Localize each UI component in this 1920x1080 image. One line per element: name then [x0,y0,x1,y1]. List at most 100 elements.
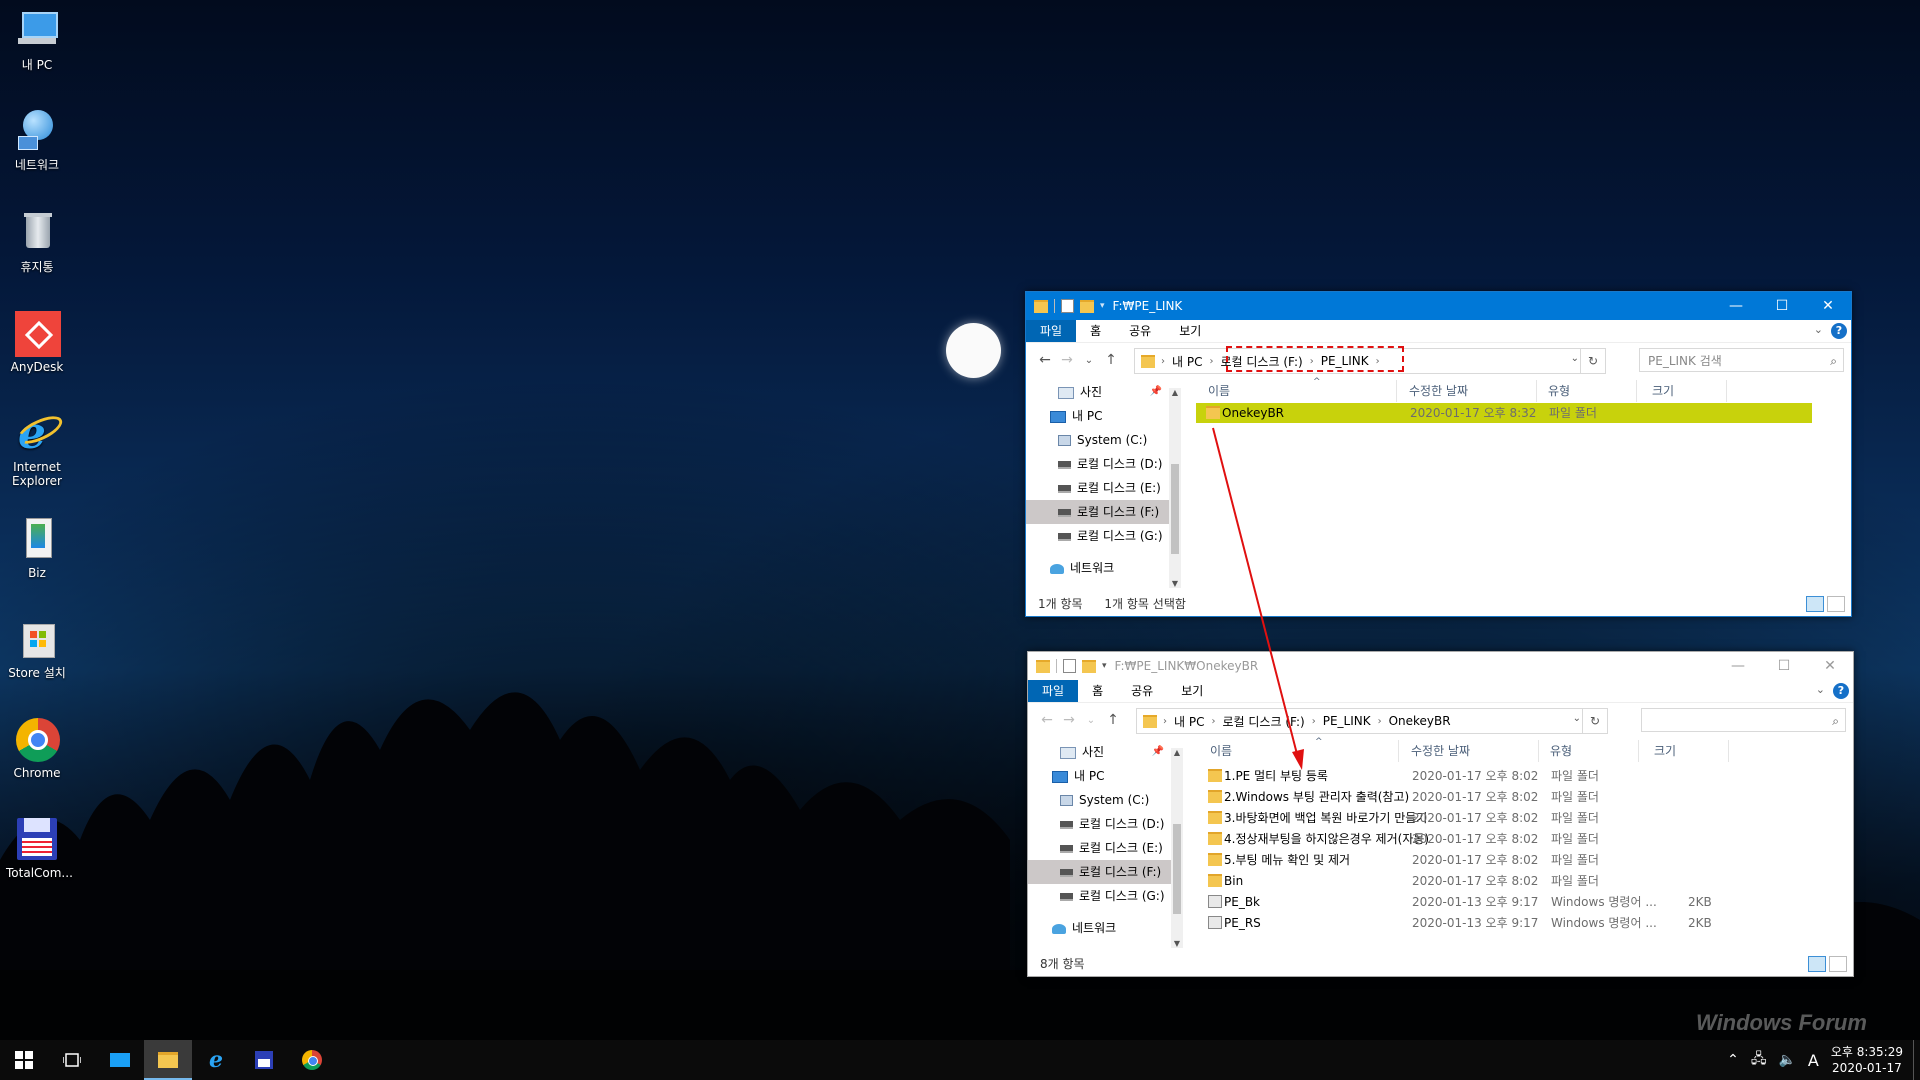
new-folder-icon[interactable] [1082,659,1096,673]
tab-home[interactable]: 홈 [1078,680,1117,702]
search-input[interactable]: PE_LINK 검색 ⌕ [1639,348,1844,372]
nav-item-pictures[interactable]: 사진 📌 [1026,380,1170,404]
large-icons-view-icon[interactable] [1829,956,1847,972]
nav-item-drive-c[interactable]: System (C:) [1026,428,1170,452]
details-view-icon[interactable] [1808,956,1826,972]
table-row[interactable]: 3.바탕화면에 백업 복원 바로가기 만들기 2020-01-17 오후 8:0… [1198,808,1814,828]
nav-item-this-pc[interactable]: 내 PC [1026,404,1170,428]
up-button[interactable]: ↑ [1100,352,1122,368]
properties-icon[interactable] [1061,299,1074,313]
nav-item-drive-c[interactable]: System (C:) [1028,788,1172,812]
breadcrumb-onekeybr[interactable]: OnekeyBR [1384,714,1456,728]
expand-ribbon-icon[interactable]: ⌄ [1814,323,1823,336]
nav-item-drive-g[interactable]: 로컬 디스크 (G:) [1026,524,1170,548]
column-header-size[interactable]: 크기 [1654,740,1676,762]
scroll-thumb[interactable] [1173,824,1181,914]
forward-button[interactable]: → [1058,712,1080,728]
tab-home[interactable]: 홈 [1076,320,1115,342]
minimize-button[interactable]: — [1713,292,1759,320]
ime-indicator[interactable]: A [1808,1051,1819,1070]
forward-button[interactable]: → [1056,352,1078,368]
desktop-icon-anydesk[interactable]: AnyDesk [6,310,68,374]
desktop-icon-store[interactable]: Store 설치 [6,616,68,680]
table-row[interactable]: 2.Windows 부팅 관리자 출력(참고) 2020-01-17 오후 8:… [1198,787,1814,807]
table-row[interactable]: PE_Bk 2020-01-13 오후 9:17 Windows 명령어 ...… [1198,892,1814,912]
desktop-icon-network[interactable]: 네트워크 [6,108,68,172]
explorer-window-onekeybr[interactable]: ▾ F:₩PE_LINK₩OnekeyBR — ☐ ✕ 파일 홈 공유 보기 ⌄… [1027,651,1854,977]
nav-item-pictures[interactable]: 사진 📌 [1028,740,1172,764]
close-button[interactable]: ✕ [1805,292,1851,320]
maximize-button[interactable]: ☐ [1759,292,1805,320]
expand-ribbon-icon[interactable]: ⌄ [1816,683,1825,696]
tab-share[interactable]: 공유 [1115,320,1165,342]
quick-access-dropdown-icon[interactable]: ▾ [1100,301,1105,311]
recent-locations-button[interactable]: ⌄ [1078,355,1100,366]
title-bar[interactable]: ▾ F:₩PE_LINK — ☐ ✕ [1026,292,1851,320]
new-folder-icon[interactable] [1080,299,1094,313]
scroll-up-icon[interactable]: ▲ [1171,748,1183,757]
explorer-window-pe-link[interactable]: ▾ F:₩PE_LINK — ☐ ✕ 파일 홈 공유 보기 ⌄ ? ← → ⌄ … [1025,291,1852,617]
column-header-type[interactable]: 유형 [1550,740,1572,762]
nav-item-network[interactable]: 네트워크 [1028,916,1172,940]
table-row[interactable]: OnekeyBR 2020-01-17 오후 8:32 파일 폴더 [1196,403,1812,423]
column-header-modified[interactable]: 수정한 날짜 [1409,380,1468,402]
back-button[interactable]: ← [1036,712,1058,728]
scroll-down-icon[interactable]: ▼ [1169,579,1181,588]
recent-locations-button[interactable]: ⌄ [1080,715,1102,726]
close-button[interactable]: ✕ [1807,652,1853,680]
help-icon[interactable]: ? [1831,323,1847,339]
desktop-icon-recycle-bin[interactable]: 휴지통 [6,210,68,274]
large-icons-view-icon[interactable] [1827,596,1845,612]
nav-item-drive-e[interactable]: 로컬 디스크 (E:) [1026,476,1170,500]
breadcrumb-this-pc[interactable]: 내 PC [1167,353,1207,370]
tab-share[interactable]: 공유 [1117,680,1167,702]
taskbar-file-explorer-button[interactable] [144,1040,192,1080]
tab-file[interactable]: 파일 [1026,320,1077,342]
nav-item-drive-g[interactable]: 로컬 디스크 (G:) [1028,884,1172,908]
column-header-name[interactable]: 이름 [1210,740,1232,762]
up-button[interactable]: ↑ [1102,712,1124,728]
taskbar-internet-explorer-button[interactable]: e [192,1040,240,1080]
address-bar[interactable]: › 내 PC › 로컬 디스크 (F:) › PE_LINK › OnekeyB… [1136,708,1608,734]
table-row[interactable]: 1.PE 멀티 부팅 등록 2020-01-17 오후 8:02 파일 폴더 [1198,766,1814,786]
breadcrumb-drive-f[interactable]: 로컬 디스크 (F:) [1217,713,1309,730]
breadcrumb-this-pc[interactable]: 내 PC [1169,713,1209,730]
refresh-icon[interactable]: ↻ [1580,349,1605,373]
tab-view[interactable]: 보기 [1167,680,1217,702]
task-view-button[interactable] [48,1040,96,1080]
taskbar-totalcommander-button[interactable] [240,1040,288,1080]
taskbar-desktop-button[interactable] [96,1040,144,1080]
quick-access-dropdown-icon[interactable]: ▾ [1102,661,1107,671]
maximize-button[interactable]: ☐ [1761,652,1807,680]
table-row[interactable]: Bin 2020-01-17 오후 8:02 파일 폴더 [1198,871,1814,891]
volume-icon[interactable]: 🔈 [1778,1052,1795,1068]
refresh-icon[interactable]: ↻ [1582,709,1607,733]
nav-item-network[interactable]: 네트워크 [1026,556,1170,580]
minimize-button[interactable]: — [1715,652,1761,680]
column-header-type[interactable]: 유형 [1548,380,1570,402]
desktop-icon-this-pc[interactable]: 내 PC [6,8,68,72]
desktop-icon-internet-explorer[interactable]: e Internet Explorer [6,410,68,488]
address-dropdown-icon[interactable]: ⌄ [1571,353,1579,364]
nav-item-drive-f[interactable]: 로컬 디스크 (F:) [1028,860,1172,884]
tab-file[interactable]: 파일 [1028,680,1079,702]
column-header-name[interactable]: 이름 [1208,380,1230,402]
scroll-thumb[interactable] [1171,464,1179,554]
back-button[interactable]: ← [1034,352,1056,368]
tab-view[interactable]: 보기 [1165,320,1215,342]
table-row[interactable]: 4.정상재부팅을 하지않은경우 제거(자동) 2020-01-17 오후 8:0… [1198,829,1814,849]
taskbar-chrome-button[interactable] [288,1040,336,1080]
search-input[interactable]: ⌕ [1641,708,1846,732]
column-header-size[interactable]: 크기 [1652,380,1674,402]
nav-item-drive-d[interactable]: 로컬 디스크 (D:) [1026,452,1170,476]
breadcrumb-pe-link[interactable]: PE_LINK [1318,714,1376,728]
nav-item-drive-d[interactable]: 로컬 디스크 (D:) [1028,812,1172,836]
network-status-icon[interactable]: 🖧 [1751,1048,1767,1072]
show-hidden-icons-icon[interactable]: ⌃ [1727,1052,1739,1068]
title-bar[interactable]: ▾ F:₩PE_LINK₩OnekeyBR — ☐ ✕ [1028,652,1853,680]
scroll-up-icon[interactable]: ▲ [1169,388,1181,397]
clock[interactable]: 오후 8:35:29 2020-01-17 [1831,1044,1903,1076]
address-dropdown-icon[interactable]: ⌄ [1573,713,1581,724]
desktop-icon-totalcommander[interactable]: TotalCom... [6,816,73,880]
table-row[interactable]: PE_RS 2020-01-13 오후 9:17 Windows 명령어 ...… [1198,913,1814,933]
